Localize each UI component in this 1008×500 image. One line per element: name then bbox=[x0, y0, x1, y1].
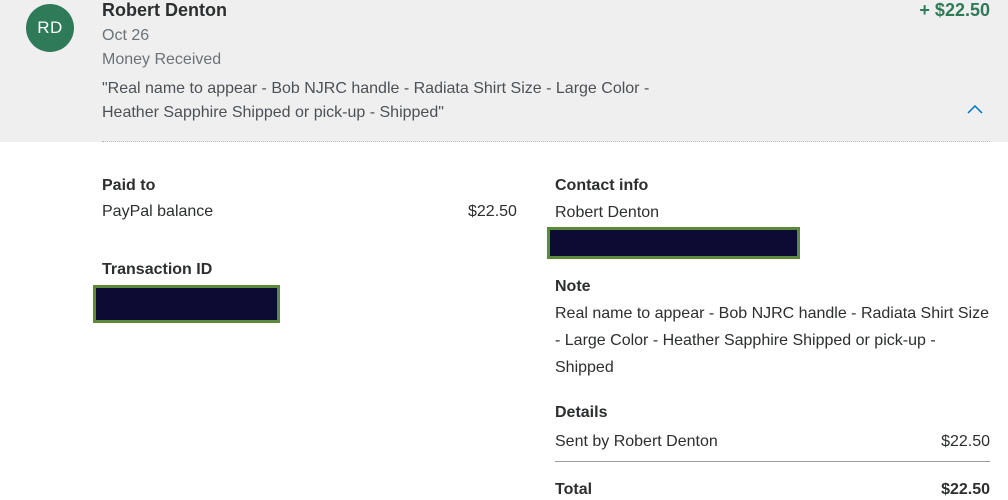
chevron-up-icon[interactable] bbox=[967, 104, 983, 114]
contact-name: Robert Denton bbox=[555, 204, 660, 221]
transaction-amount: + $22.50 bbox=[919, 0, 990, 20]
avatar: RD bbox=[26, 4, 74, 52]
total-label: Total bbox=[555, 481, 593, 498]
sent-by-label: Sent by Robert Denton bbox=[555, 433, 718, 450]
redacted-contact-email bbox=[547, 227, 800, 259]
total-amount: $22.50 bbox=[941, 481, 990, 498]
details-label: Details bbox=[555, 404, 608, 421]
paid-to-method: PayPal balance bbox=[102, 203, 214, 220]
contact-info-label: Contact info bbox=[555, 177, 649, 194]
note-text: Real name to appear - Bob NJRC handle - … bbox=[555, 305, 989, 376]
paid-to-label: Paid to bbox=[102, 177, 156, 194]
header-divider bbox=[102, 141, 990, 142]
details-divider bbox=[555, 461, 990, 462]
counterparty-name: Robert Denton bbox=[102, 0, 227, 20]
redacted-transaction-id bbox=[93, 285, 280, 323]
paid-to-amount: $22.50 bbox=[468, 203, 517, 220]
transaction-memo: "Real name to appear - Bob NJRC handle -… bbox=[102, 80, 650, 121]
transaction-type: Money Received bbox=[102, 51, 222, 68]
transaction-date: Oct 26 bbox=[102, 27, 150, 44]
sent-by-amount: $22.50 bbox=[941, 433, 990, 450]
transaction-id-label: Transaction ID bbox=[102, 261, 213, 278]
note-label: Note bbox=[555, 278, 591, 295]
